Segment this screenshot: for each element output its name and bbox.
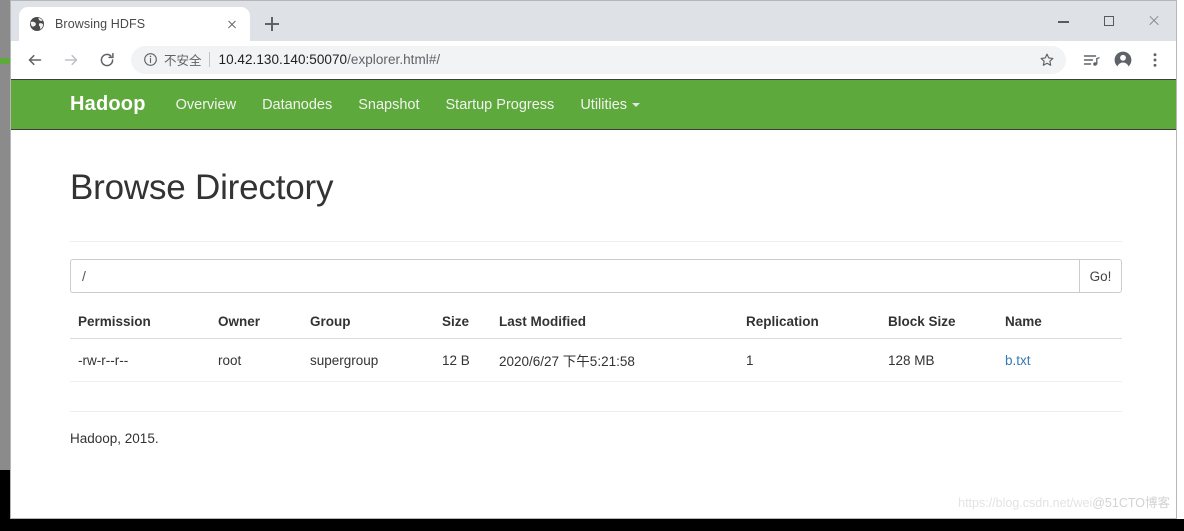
page-title: Browse Directory bbox=[70, 168, 334, 207]
cell-name: b.txt bbox=[997, 338, 1122, 382]
cell-last-modified: 2020/6/27 下午5:21:58 bbox=[491, 338, 738, 382]
page-footer: Hadoop, 2015. bbox=[70, 431, 159, 446]
tab-close-icon[interactable] bbox=[224, 16, 240, 32]
reload-button[interactable] bbox=[92, 45, 122, 75]
minimize-icon bbox=[1058, 21, 1069, 23]
url-text: 10.42.130.140:50070/explorer.html#/ bbox=[219, 52, 1034, 67]
column-header-size[interactable]: Size bbox=[434, 308, 491, 339]
footer-divider bbox=[70, 411, 1122, 412]
cell-replication: 1 bbox=[738, 338, 880, 382]
title-divider bbox=[70, 241, 1122, 242]
chevron-down-icon bbox=[632, 102, 641, 107]
media-playlist-icon[interactable] bbox=[1076, 45, 1106, 75]
desktop-dark-bottom-bar bbox=[0, 519, 1184, 531]
url-path: /explorer.html#/ bbox=[347, 52, 441, 67]
watermark-url: https://blog.csdn.net/wei bbox=[958, 496, 1093, 510]
table-header-row: Permission Owner Group Size Last Modifie… bbox=[70, 308, 1122, 339]
window-close-button[interactable] bbox=[1131, 1, 1176, 41]
cell-size: 12 B bbox=[434, 338, 491, 382]
nav-item-datanodes[interactable]: Datanodes bbox=[262, 97, 332, 113]
column-header-last-modified[interactable]: Last Modified bbox=[491, 308, 738, 339]
browser-tab-active[interactable]: Browsing HDFS bbox=[19, 7, 250, 41]
nav-item-snapshot[interactable]: Snapshot bbox=[358, 97, 419, 113]
directory-path-input[interactable] bbox=[70, 259, 1079, 293]
back-arrow-icon bbox=[26, 51, 44, 69]
watermark: https://blog.csdn.net/wei@51CTO博客 bbox=[958, 492, 1170, 511]
column-header-owner[interactable]: Owner bbox=[210, 308, 302, 339]
forward-arrow-icon bbox=[62, 51, 80, 69]
nav-item-overview[interactable]: Overview bbox=[176, 97, 236, 113]
table-header: Permission Owner Group Size Last Modifie… bbox=[70, 308, 1122, 339]
table-row: -rw-r--r-- root supergroup 12 B 2020/6/2… bbox=[70, 338, 1122, 382]
tab-title: Browsing HDFS bbox=[55, 17, 146, 31]
column-header-name[interactable]: Name bbox=[997, 308, 1122, 339]
file-listing-table: Permission Owner Group Size Last Modifie… bbox=[70, 308, 1122, 382]
nav-item-utilities[interactable]: Utilities bbox=[580, 96, 641, 113]
cell-permission: -rw-r--r-- bbox=[70, 338, 210, 382]
new-tab-button[interactable] bbox=[258, 10, 286, 38]
hadoop-navbar: Hadoop Overview Datanodes Snapshot Start… bbox=[11, 79, 1176, 130]
omnibox-divider bbox=[208, 52, 210, 67]
maximize-icon bbox=[1103, 16, 1114, 26]
file-link-b-txt[interactable]: b.txt bbox=[1005, 353, 1031, 368]
window-maximize-button[interactable] bbox=[1086, 1, 1131, 41]
column-header-group[interactable]: Group bbox=[302, 308, 434, 339]
window-minimize-button[interactable] bbox=[1041, 1, 1086, 41]
nav-item-startup-progress[interactable]: Startup Progress bbox=[446, 97, 555, 113]
window-controls bbox=[1041, 1, 1176, 41]
column-header-block-size[interactable]: Block Size bbox=[880, 308, 997, 339]
column-header-replication[interactable]: Replication bbox=[738, 308, 880, 339]
browser-toolbar: 不安全 10.42.130.140:50070/explorer.html#/ bbox=[11, 41, 1176, 79]
security-status-label: 不安全 bbox=[164, 54, 202, 68]
address-bar[interactable]: 不安全 10.42.130.140:50070/explorer.html#/ bbox=[131, 45, 1066, 74]
column-header-permission[interactable]: Permission bbox=[70, 308, 210, 339]
path-navigation-row: Go! bbox=[70, 259, 1122, 293]
table-body: -rw-r--r-- root supergroup 12 B 2020/6/2… bbox=[70, 338, 1122, 382]
page-viewport: Hadoop Overview Datanodes Snapshot Start… bbox=[11, 79, 1176, 518]
back-button[interactable] bbox=[20, 45, 50, 75]
tab-strip: Browsing HDFS bbox=[11, 1, 1176, 41]
cell-block-size: 128 MB bbox=[880, 338, 997, 382]
cell-owner: root bbox=[210, 338, 302, 382]
url-host: 10.42.130.140:50070 bbox=[218, 52, 348, 67]
watermark-site: @51CTO博客 bbox=[1092, 496, 1170, 510]
forward-button[interactable] bbox=[56, 45, 86, 75]
star-icon[interactable] bbox=[1034, 47, 1060, 73]
account-avatar-icon[interactable] bbox=[1108, 45, 1138, 75]
info-circle-icon[interactable] bbox=[143, 52, 158, 67]
go-button[interactable]: Go! bbox=[1079, 259, 1122, 293]
nav-item-utilities-label: Utilities bbox=[580, 96, 628, 113]
browser-window: Browsing HDFS 不安全 10.42.130.140:50070/ex… bbox=[10, 0, 1177, 519]
cell-group: supergroup bbox=[302, 338, 434, 382]
three-dot-menu-icon[interactable] bbox=[1140, 45, 1170, 75]
hadoop-brand[interactable]: Hadoop bbox=[70, 93, 146, 116]
close-icon bbox=[1148, 15, 1160, 27]
reload-icon bbox=[98, 51, 116, 69]
globe-icon bbox=[29, 16, 45, 32]
page-content: Browse Directory Go! Permission Owner Gr… bbox=[11, 168, 1176, 446]
